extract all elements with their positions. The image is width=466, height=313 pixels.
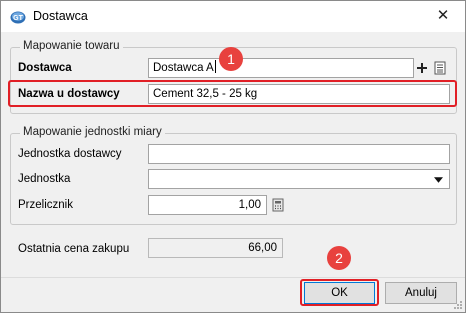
close-icon: ✕ [436, 7, 450, 24]
supplier-unit-label: Jednostka dostawcy [18, 148, 122, 160]
window-title: Dostawca [33, 9, 88, 23]
unit-mapping-legend: Mapowanie jednostki miary [20, 126, 165, 138]
unit-label: Jednostka [18, 173, 71, 185]
gt-app-icon: GT [10, 11, 26, 24]
annotation-marker-2: 2 [327, 246, 351, 270]
footer-separator [1, 277, 465, 278]
annotation-marker-1: 1 [219, 47, 243, 71]
supplier-name-highlight [8, 80, 457, 107]
plus-icon[interactable] [415, 61, 429, 75]
factor-input[interactable]: 1,00 [148, 195, 267, 215]
resize-grip-icon[interactable] [453, 300, 463, 310]
ok-button-highlight [300, 279, 379, 306]
supplier-input[interactable]: Dostawca A [148, 58, 414, 78]
product-mapping-legend: Mapowanie towaru [20, 40, 123, 52]
dialog-window: GT Dostawca ✕ Mapowanie towaru Dostawca … [0, 0, 466, 313]
unit-select[interactable] [148, 169, 450, 189]
supplier-label: Dostawca [18, 62, 72, 74]
cancel-button[interactable]: Anuluj [385, 282, 457, 304]
list-icon[interactable] [433, 61, 447, 75]
last-price-value: 66,00 [148, 238, 283, 258]
last-price-label: Ostatnia cena zakupu [18, 243, 130, 255]
chevron-down-icon [434, 177, 443, 183]
calculator-icon[interactable] [271, 198, 285, 212]
title-bar: GT Dostawca ✕ [1, 1, 465, 32]
close-button[interactable]: ✕ [431, 5, 455, 27]
supplier-unit-input[interactable] [148, 144, 450, 164]
svg-text:GT: GT [13, 15, 23, 22]
factor-label: Przelicznik [18, 199, 73, 211]
